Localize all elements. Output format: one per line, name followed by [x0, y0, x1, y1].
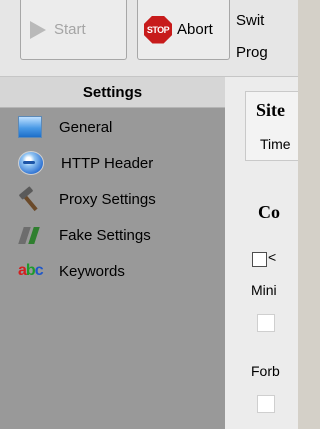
sidebar-title: Settings: [0, 77, 225, 108]
start-icon: [27, 19, 49, 41]
stop-icon: STOP: [144, 15, 172, 44]
sidebar-item-proxy-settings[interactable]: Proxy Settings: [0, 181, 225, 217]
fake-settings-icon: [18, 224, 42, 246]
option-checkbox-label: <: [268, 249, 277, 265]
option-checkbox[interactable]: [252, 252, 267, 267]
start-button[interactable]: Start: [20, 0, 127, 60]
site-group-title: Site: [256, 100, 285, 120]
abort-label: Abort: [177, 21, 213, 38]
site-group: Site Time: [245, 91, 298, 161]
progress-label: Prog: [236, 44, 268, 61]
sidebar-item-fake-settings[interactable]: Fake Settings: [0, 217, 225, 253]
settings-content: Site Time Co < Mini Forb: [225, 77, 298, 429]
sidebar-item-keywords[interactable]: abc Keywords: [0, 253, 225, 289]
sidebar-item-label: HTTP Header: [61, 154, 154, 172]
keywords-icon: abc: [18, 262, 44, 279]
settings-sidebar: Settings General HTTP Header Proxy Setti…: [0, 77, 225, 429]
sidebar-item-general[interactable]: General: [0, 109, 225, 145]
toolbar: Start STOP Abort Swit Prog: [0, 0, 298, 77]
abort-button[interactable]: STOP Abort: [137, 0, 230, 60]
sidebar-item-label: Fake Settings: [59, 226, 151, 244]
sidebar-item-label: General: [59, 118, 113, 136]
general-icon: [18, 116, 42, 138]
start-label: Start: [54, 21, 86, 38]
config-group-title: Co: [258, 202, 280, 222]
min-checkbox[interactable]: [257, 314, 275, 332]
min-label: Mini: [251, 282, 277, 298]
sidebar-item-label: Keywords: [59, 262, 125, 280]
http-header-icon: [18, 151, 44, 175]
forbid-label: Forb: [251, 363, 280, 379]
forbid-checkbox[interactable]: [257, 395, 275, 413]
site-time-label: Time: [260, 136, 291, 152]
sidebar-item-http-header[interactable]: HTTP Header: [0, 145, 225, 181]
hammer-icon: [18, 188, 42, 210]
sidebar-item-label: Proxy Settings: [59, 190, 156, 208]
switch-label: Swit: [236, 12, 265, 29]
